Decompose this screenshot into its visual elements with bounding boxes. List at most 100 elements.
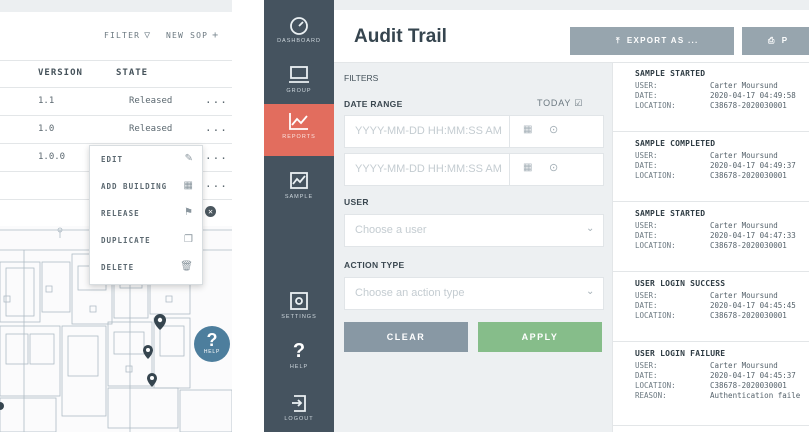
field-key: LOCATION: [635, 171, 676, 180]
table-row[interactable]: 1.1 Released ... [0, 88, 232, 116]
clock-icon[interactable]: ⊙ [549, 161, 558, 174]
field-value: Carter Moursund [710, 361, 778, 370]
sidebar-item-group[interactable]: GROUP [264, 58, 334, 108]
content-top-gap [334, 0, 809, 10]
sidebar-item-reports[interactable]: REPORTS [264, 104, 334, 156]
list-item[interactable]: USER LOGIN FAILURE USER: Carter Moursund … [613, 349, 809, 426]
menu-item-add-building[interactable]: ADD BUILDING ▦ [90, 173, 202, 200]
export-button[interactable]: ⤒ EXPORT AS ... [570, 27, 734, 55]
printer-icon: ⎙ [768, 36, 776, 45]
pencil-icon: ✎ [184, 153, 193, 164]
clock-icon[interactable]: ⊙ [549, 123, 558, 136]
logout-icon [292, 395, 306, 412]
row-version: 1.1 [38, 96, 55, 106]
event-field: REASON: Authentication faile [635, 391, 800, 400]
more-options-button[interactable]: ... [205, 149, 228, 162]
apply-button[interactable]: APPLY [478, 322, 602, 352]
today-button[interactable]: TODAY ☑ [537, 98, 583, 109]
filters-heading: FILTERS [344, 73, 379, 83]
copy-icon: ❐ [184, 234, 193, 245]
sidebar-item-label: SETTINGS [281, 314, 317, 320]
list-item[interactable]: SAMPLE STARTED USER: Carter Moursund DATE… [613, 209, 809, 272]
calendar-icon[interactable]: ▦ [523, 124, 532, 135]
print-button[interactable]: ⎙ P [742, 27, 809, 55]
today-label: TODAY [537, 98, 572, 108]
help-button[interactable]: ? HELP [194, 326, 230, 362]
menu-item-release[interactable]: RELEASE ⚑ [90, 200, 202, 227]
row-state: Released [129, 124, 173, 134]
chart-line-icon [289, 113, 308, 130]
field-key: DATE: [635, 231, 658, 240]
column-state[interactable]: STATE [116, 68, 148, 78]
more-options-button[interactable]: ... [205, 121, 228, 134]
list-item[interactable]: SAMPLE STARTED USER: Carter Moursund DATE… [613, 69, 809, 132]
building-icon: ▦ [183, 180, 193, 191]
sidebar-item-label: LOGOUT [284, 416, 314, 422]
row-state: Released [129, 96, 173, 106]
event-field: DATE: 2020-04-17 04:45:45 [635, 301, 796, 310]
event-title: SAMPLE STARTED [635, 209, 706, 218]
print-label: P [781, 36, 789, 45]
filter-button[interactable]: FILTER ▽ [104, 12, 151, 60]
sidebar-item-sample[interactable]: SAMPLE [264, 164, 334, 214]
new-sop-label: NEW SOP [166, 31, 209, 40]
chevron-down-icon: ⌄ [586, 223, 595, 234]
menu-item-delete[interactable]: DELETE 🗑 [90, 254, 202, 281]
settings-icon [290, 292, 308, 310]
sop-toolbar: FILTER ▽ NEW SOP + [0, 12, 232, 61]
field-key: REASON: [635, 391, 667, 400]
event-field: DATE: 2020-04-17 04:45:37 [635, 371, 796, 380]
action-type-select[interactable]: Choose an action type ⌄ [344, 277, 604, 310]
event-field: DATE: 2020-04-17 04:49:37 [635, 161, 796, 170]
field-value: Carter Moursund [710, 151, 778, 160]
export-icon: ⤒ [616, 36, 621, 45]
menu-item-edit[interactable]: EDIT ✎ [90, 146, 202, 173]
sidebar-item-label: SAMPLE [284, 194, 314, 200]
row-version: 1.0.0 [38, 152, 66, 162]
event-field: USER: Carter Moursund [635, 151, 778, 160]
event-field: LOCATION: C38678-2020030001 [635, 171, 787, 180]
action-placeholder: Choose an action type [355, 287, 465, 299]
image-chart-icon [290, 172, 308, 189]
action-type-label: ACTION TYPE [344, 260, 405, 270]
sidebar-item-logout[interactable]: LOGOUT [264, 386, 334, 436]
clear-button[interactable]: CLEAR [344, 322, 468, 352]
user-select[interactable]: Choose a user ⌄ [344, 214, 604, 247]
page-title: Audit Trail [354, 26, 447, 47]
field-value: 2020-04-17 04:47:33 [710, 231, 796, 240]
list-item[interactable]: SAMPLE COMPLETED USER: Carter Moursund DA… [613, 139, 809, 202]
menu-item-duplicate[interactable]: DUPLICATE ❐ [90, 227, 202, 254]
field-key: LOCATION: [635, 381, 676, 390]
field-key: USER: [635, 361, 658, 370]
audit-trail-view: Audit Trail ⤒ EXPORT AS ... ⎙ P FILTERS DA… [334, 0, 809, 432]
column-version[interactable]: VERSION [38, 68, 83, 78]
plus-icon: + [212, 30, 220, 41]
end-date-input[interactable]: YYYY-MM-DD HH:MM:SS AM ▦ ⊙ [344, 153, 604, 186]
menu-item-label: DUPLICATE [101, 236, 151, 245]
new-sop-button[interactable]: NEW SOP + [166, 12, 219, 60]
field-value: C38678-2020030001 [710, 241, 787, 250]
gauge-icon [290, 17, 308, 35]
event-field: USER: Carter Moursund [635, 361, 778, 370]
calendar-icon[interactable]: ▦ [523, 162, 532, 173]
audit-event-list[interactable]: SAMPLE STARTED USER: Carter Moursund DATE… [612, 63, 809, 432]
more-options-button[interactable]: ... [205, 93, 228, 106]
user-label: USER [344, 197, 369, 207]
sidebar-item-dashboard[interactable]: DASHBOARD [264, 8, 334, 58]
list-item[interactable]: USER LOGIN SUCCESS USER: Carter Moursund … [613, 279, 809, 342]
field-value: C38678-2020030001 [710, 381, 787, 390]
sidebar-item-label: DASHBOARD [277, 38, 321, 44]
field-value: C38678-2020030001 [710, 171, 787, 180]
calendar-check-icon: ☑ [574, 98, 584, 108]
close-icon[interactable]: ✕ [205, 206, 216, 217]
sidebar-item-settings[interactable]: SETTINGS [264, 284, 334, 334]
user-placeholder: Choose a user [355, 224, 427, 236]
event-title: SAMPLE STARTED [635, 69, 706, 78]
table-row[interactable]: 1.0 Released ... [0, 116, 232, 144]
more-options-button[interactable]: ... [205, 177, 228, 190]
field-value: Carter Moursund [710, 81, 778, 90]
funnel-icon: ▽ [144, 30, 152, 41]
sidebar-item-help[interactable]: ? HELP [264, 334, 334, 384]
menu-item-label: RELEASE [101, 209, 140, 218]
start-date-input[interactable]: YYYY-MM-DD HH:MM:SS AM ▦ ⊙ [344, 115, 604, 148]
